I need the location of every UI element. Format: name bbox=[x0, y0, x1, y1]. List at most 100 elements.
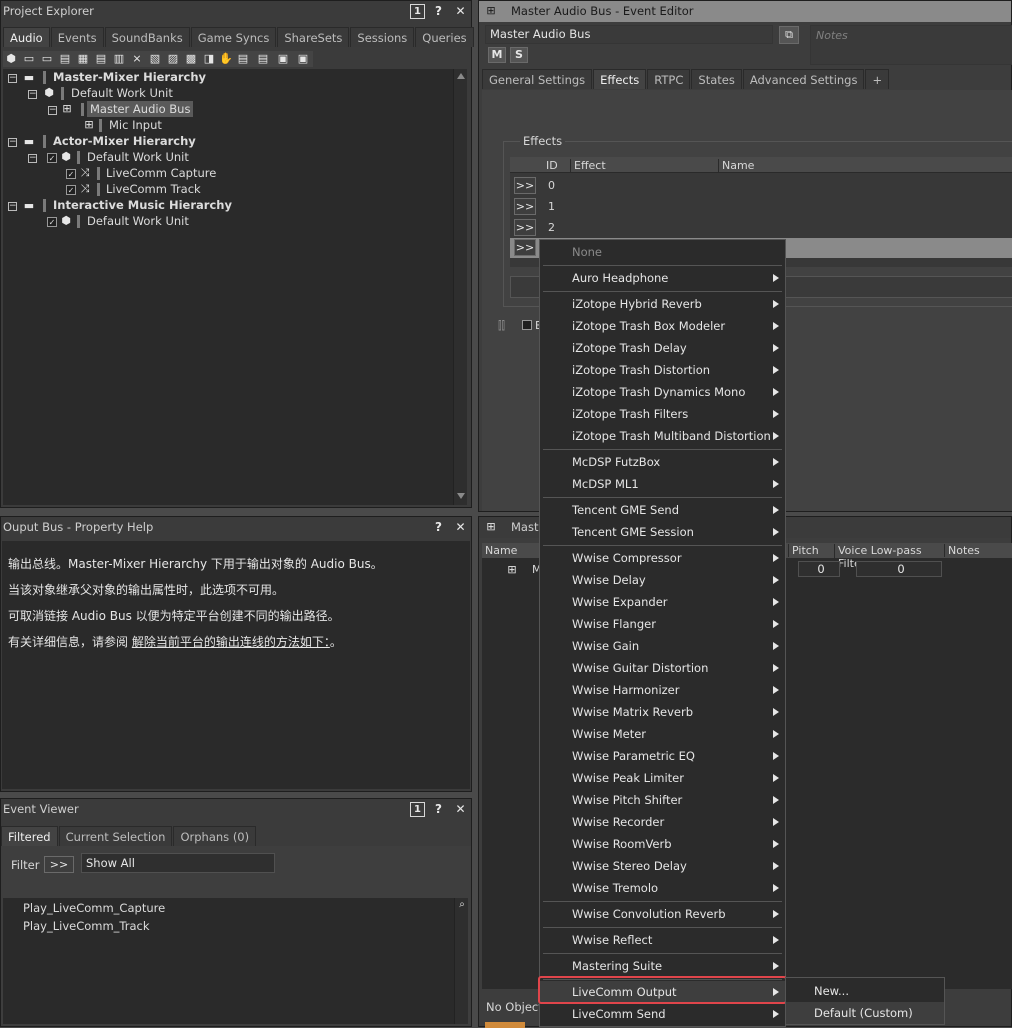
filter-button[interactable]: >> bbox=[44, 856, 74, 873]
link-button[interactable]: ⧉ bbox=[779, 26, 799, 44]
menu-item-tencent-gme-session[interactable]: Tencent GME Session bbox=[540, 521, 785, 543]
menu-item-wwise-parametric-eq[interactable]: Wwise Parametric EQ bbox=[540, 745, 785, 767]
pin-icon[interactable]: 1 bbox=[410, 4, 425, 19]
close-icon[interactable]: ✕ bbox=[453, 520, 468, 535]
menu-item-wwise-convolution-reverb[interactable]: Wwise Convolution Reverb bbox=[540, 903, 785, 925]
checkbox[interactable]: ✓ bbox=[47, 153, 57, 163]
menu-item-wwise-harmonizer[interactable]: Wwise Harmonizer bbox=[540, 679, 785, 701]
help-icon[interactable]: ? bbox=[431, 520, 446, 535]
tab-filtered[interactable]: Filtered bbox=[1, 826, 58, 846]
menu-item-wwise-expander[interactable]: Wwise Expander bbox=[540, 591, 785, 613]
random-container-icon[interactable]: ⨯ bbox=[131, 53, 143, 65]
close-icon[interactable]: ✕ bbox=[453, 4, 468, 19]
tree-item-livecomm-capture[interactable]: LiveComm Capture bbox=[106, 165, 216, 181]
tree-item-actor-mixer[interactable]: Actor-Mixer Hierarchy bbox=[53, 133, 196, 149]
filter-input[interactable]: Show All bbox=[81, 853, 275, 873]
menu-item-wwise-roomverb[interactable]: Wwise RoomVerb bbox=[540, 833, 785, 855]
collapse-icon[interactable]: − bbox=[48, 106, 57, 115]
tab-rtpc[interactable]: RTPC bbox=[647, 69, 691, 89]
sound-icon[interactable]: ◨ bbox=[203, 53, 215, 65]
menu-item-izotope-trash-distortion[interactable]: iZotope Trash Distortion bbox=[540, 359, 785, 381]
music-segment-icon[interactable]: ▣ bbox=[277, 53, 289, 65]
tab-sessions[interactable]: Sessions bbox=[350, 27, 415, 47]
tree-item-default-work-unit[interactable]: Default Work Unit bbox=[71, 85, 173, 101]
menu-item-izotope-trash-multiband-distortion[interactable]: iZotope Trash Multiband Distortion bbox=[540, 425, 785, 447]
collapse-icon[interactable]: − bbox=[8, 74, 17, 83]
tab-audio[interactable]: Audio bbox=[3, 27, 50, 47]
list-item[interactable]: Play_LiveComm_Track bbox=[23, 918, 150, 934]
folder-icon[interactable]: ▭ bbox=[23, 53, 35, 65]
effect-browse-button[interactable]: >> bbox=[514, 239, 536, 256]
solo-button[interactable]: S bbox=[510, 47, 528, 63]
tab-states[interactable]: States bbox=[691, 69, 742, 89]
tree-item-default-work-unit[interactable]: Default Work Unit bbox=[87, 149, 189, 165]
menu-item-mastering-suite[interactable]: Mastering Suite bbox=[540, 955, 785, 977]
mute-button[interactable]: M bbox=[488, 47, 506, 63]
bypass-checkbox[interactable] bbox=[522, 320, 532, 330]
tree-item-livecomm-track[interactable]: LiveComm Track bbox=[106, 181, 201, 197]
menu-item-tencent-gme-send[interactable]: Tencent GME Send bbox=[540, 499, 785, 521]
scroll-down-icon[interactable] bbox=[457, 493, 465, 499]
menu-item-mcdsp-futzbox[interactable]: McDSP FutzBox bbox=[540, 451, 785, 473]
menu-item-wwise-flanger[interactable]: Wwise Flanger bbox=[540, 613, 785, 635]
bus-icon[interactable]: ▤ bbox=[59, 53, 71, 65]
menu-item-wwise-recorder[interactable]: Wwise Recorder bbox=[540, 811, 785, 833]
collapse-icon[interactable]: − bbox=[8, 138, 17, 147]
tab-general-settings[interactable]: General Settings bbox=[482, 69, 593, 89]
menu-item-wwise-tremolo[interactable]: Wwise Tremolo bbox=[540, 877, 785, 899]
column-header-notes[interactable]: Notes bbox=[944, 544, 980, 557]
pitch-field[interactable]: 0 bbox=[798, 561, 840, 577]
tab-events[interactable]: Events bbox=[50, 27, 104, 47]
menu-item-wwise-gain[interactable]: Wwise Gain bbox=[540, 635, 785, 657]
checkbox[interactable]: ✓ bbox=[47, 217, 57, 227]
collapse-icon[interactable]: − bbox=[28, 90, 37, 99]
menu-item-izotope-trash-dynamics-mono[interactable]: iZotope Trash Dynamics Mono bbox=[540, 381, 785, 403]
column-header-id[interactable]: ID bbox=[546, 159, 558, 172]
tree-item-master-audio-bus[interactable]: Master Audio Bus bbox=[87, 101, 194, 117]
menu-item-none[interactable]: None bbox=[540, 241, 785, 263]
tree-item-default-work-unit[interactable]: Default Work Unit bbox=[87, 213, 189, 229]
event-list-scrollbar[interactable]: ⌕ bbox=[454, 898, 468, 1024]
menu-item-wwise-pitch-shifter[interactable]: Wwise Pitch Shifter bbox=[540, 789, 785, 811]
search-icon[interactable]: ⌕ bbox=[456, 899, 468, 911]
menu-item-livecomm-send[interactable]: LiveComm Send bbox=[540, 1003, 785, 1025]
switch-icon[interactable]: ▨ bbox=[167, 53, 179, 65]
aux-bus-icon[interactable]: ▤ bbox=[95, 53, 107, 65]
mixer-icon[interactable]: ▥ bbox=[113, 53, 125, 65]
music-track-icon[interactable]: ▣ bbox=[297, 53, 309, 65]
column-header-pitch[interactable]: Pitch bbox=[788, 544, 834, 557]
tab-soundbanks[interactable]: SoundBanks bbox=[104, 27, 190, 47]
sequence-icon[interactable]: ▧ bbox=[149, 53, 161, 65]
scroll-up-icon[interactable] bbox=[457, 73, 465, 79]
column-header-name[interactable]: Name bbox=[485, 544, 517, 557]
tree-scrollbar[interactable] bbox=[453, 69, 467, 505]
menu-item-wwise-meter[interactable]: Wwise Meter bbox=[540, 723, 785, 745]
tree-item-master-mixer[interactable]: Master-Mixer Hierarchy bbox=[53, 69, 206, 85]
effect-browse-button[interactable]: >> bbox=[514, 198, 536, 215]
menu-item-izotope-trash-filters[interactable]: iZotope Trash Filters bbox=[540, 403, 785, 425]
column-header-name[interactable]: Name bbox=[718, 159, 754, 172]
tab-orphans[interactable]: Orphans (0) bbox=[173, 826, 257, 846]
checkbox[interactable]: ✓ bbox=[66, 169, 76, 179]
submenu-item-new[interactable]: New... bbox=[786, 980, 944, 1002]
folder-open-icon[interactable]: ▭ bbox=[41, 53, 53, 65]
music-playlist-icon[interactable]: ▤ bbox=[257, 53, 269, 65]
menu-item-wwise-reflect[interactable]: Wwise Reflect bbox=[540, 929, 785, 951]
menu-item-izotope-hybrid-reverb[interactable]: iZotope Hybrid Reverb bbox=[540, 293, 785, 315]
checkbox[interactable]: ✓ bbox=[66, 185, 76, 195]
tab-queries[interactable]: Queries bbox=[415, 27, 474, 47]
effect-browse-button[interactable]: >> bbox=[514, 177, 536, 194]
close-icon[interactable]: ✕ bbox=[453, 802, 468, 817]
blend-icon[interactable]: ▩ bbox=[185, 53, 197, 65]
collapse-icon[interactable]: − bbox=[8, 202, 17, 211]
tab-sharesets[interactable]: ShareSets bbox=[277, 27, 350, 47]
tree-item-interactive-music[interactable]: Interactive Music Hierarchy bbox=[53, 197, 232, 213]
menu-item-mcdsp-ml1[interactable]: McDSP ML1 bbox=[540, 473, 785, 495]
hand-icon[interactable]: ✋ bbox=[219, 53, 233, 65]
tab-current-selection[interactable]: Current Selection bbox=[58, 826, 173, 846]
menu-item-wwise-delay[interactable]: Wwise Delay bbox=[540, 569, 785, 591]
menu-item-auro-headphone[interactable]: Auro Headphone bbox=[540, 267, 785, 289]
help-icon[interactable]: ? bbox=[431, 802, 446, 817]
lpf-field[interactable]: 0 bbox=[856, 561, 942, 577]
submenu-item-default-custom[interactable]: Default (Custom) bbox=[786, 1002, 944, 1024]
